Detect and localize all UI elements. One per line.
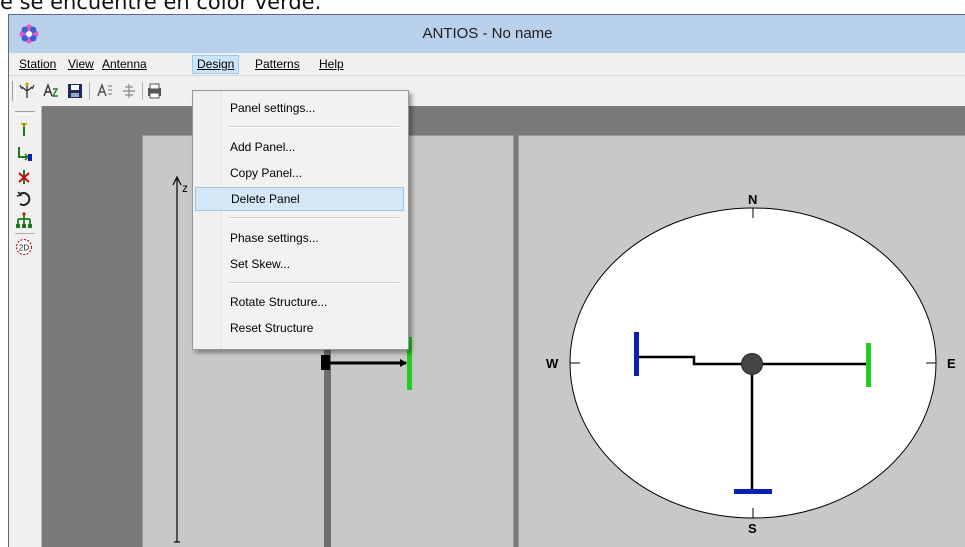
menu-set-skew[interactable]: Set Skew...	[195, 252, 404, 276]
menu-separator	[229, 217, 399, 219]
array-icon[interactable]	[15, 211, 33, 229]
side-toolbar-separator	[15, 233, 35, 234]
workspace: z N S W E Panel settings... Add Panel...…	[42, 90, 965, 547]
design-dropdown-menu: Panel settings... Add Panel... Copy Pane…	[192, 90, 409, 350]
menu-antenna-label: Antenna	[102, 57, 147, 71]
compass-north: N	[748, 192, 757, 207]
toolbar-separator	[142, 82, 143, 100]
blue-panel-south[interactable]	[734, 489, 772, 494]
menu-bar: Station View Antenna Design Patterns Hel…	[9, 53, 965, 75]
plan-view-canvas: N S W E	[546, 192, 956, 536]
print-icon[interactable]	[147, 81, 161, 101]
menu-view[interactable]: View	[64, 56, 98, 74]
menu-design[interactable]: Design	[192, 55, 240, 74]
menu-design-label: Design	[197, 57, 235, 71]
menu-add-panel[interactable]: Add Panel...	[195, 135, 404, 159]
view-2d-label: 2D	[19, 243, 29, 252]
plan-view-pane[interactable]: N S W E	[518, 135, 965, 547]
side-toolbar: 2D	[9, 106, 42, 547]
z-axis-label: z	[182, 181, 188, 195]
menu-help[interactable]: Help	[315, 56, 348, 74]
menu-panel-settings[interactable]: Panel settings...	[195, 96, 404, 120]
compass-south: S	[748, 521, 757, 536]
delete-element-icon[interactable]	[15, 168, 33, 186]
compass-west: W	[546, 356, 559, 371]
menu-reset-structure[interactable]: Reset Structure	[195, 316, 404, 340]
app-window: ANTIOS - No name Station View Antenna De…	[8, 14, 965, 547]
menu-antenna[interactable]: Antenna	[98, 56, 151, 74]
toolbar-separator	[89, 82, 90, 100]
blue-panel-west[interactable]	[634, 332, 639, 376]
compass-east: E	[947, 356, 956, 371]
dipole-icon[interactable]	[15, 120, 33, 138]
antenna-edit-icon[interactable]	[95, 81, 115, 101]
route-icon[interactable]	[15, 145, 33, 163]
main-toolbar	[9, 75, 965, 106]
side-toolbar-grip	[15, 111, 35, 115]
view-2d-icon[interactable]: 2D	[15, 238, 33, 256]
menu-patterns[interactable]: Patterns	[251, 56, 304, 74]
antenna-label-icon[interactable]	[41, 81, 61, 101]
menu-station[interactable]: Station	[15, 56, 60, 74]
grid-icon[interactable]	[119, 81, 139, 101]
menu-help-label: Help	[319, 57, 344, 71]
menu-rotate-structure[interactable]: Rotate Structure...	[195, 290, 404, 314]
menu-patterns-label: Patterns	[255, 57, 300, 71]
menu-view-label: View	[68, 57, 94, 71]
antenna-add-icon[interactable]	[17, 81, 37, 101]
menu-delete-panel[interactable]: Delete Panel	[195, 187, 404, 211]
menu-separator	[229, 126, 399, 128]
document-caption-text: e se encuentre en color verde.	[0, 0, 322, 13]
tower-hub[interactable]	[741, 353, 763, 375]
green-panel-east[interactable]	[866, 343, 871, 387]
toolbar-grip	[12, 81, 16, 101]
window-title: ANTIOS - No name	[422, 25, 553, 42]
menu-station-label: Station	[19, 57, 57, 71]
panel-arm-arrow	[400, 359, 407, 367]
menu-copy-panel[interactable]: Copy Panel...	[195, 161, 404, 185]
save-icon[interactable]	[65, 81, 85, 101]
menu-separator	[229, 282, 399, 284]
rotate-icon[interactable]	[15, 190, 33, 208]
title-bar: ANTIOS - No name	[9, 15, 965, 53]
menu-phase-settings[interactable]: Phase settings...	[195, 226, 404, 250]
